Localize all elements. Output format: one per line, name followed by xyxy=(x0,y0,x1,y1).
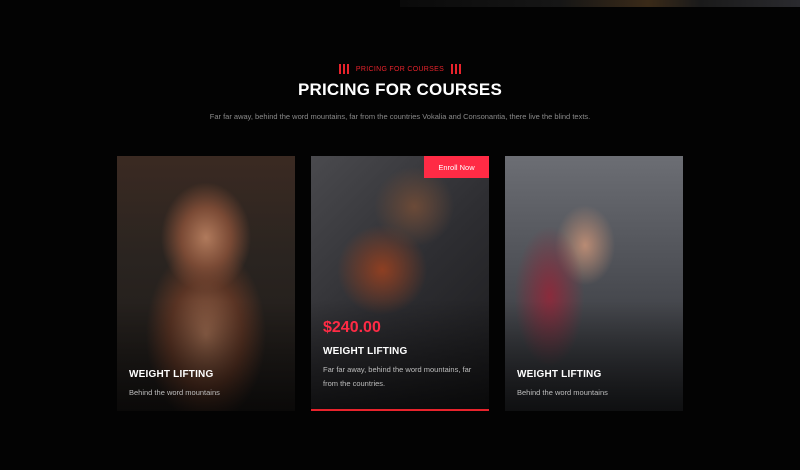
card-title: WEIGHT LIFTING xyxy=(129,369,214,380)
section-lead-text: Far far away, behind the word mountains,… xyxy=(209,112,591,121)
subheading-text: Pricing for Courses xyxy=(355,65,445,73)
card-price: $240.00 xyxy=(323,319,381,336)
section-heading: PRICING FOR COURSES xyxy=(297,80,503,99)
course-card-weight-lifting-1[interactable]: WEIGHT LIFTING Behind the word mountains xyxy=(117,156,295,411)
card-description: Behind the word mountains xyxy=(517,388,608,397)
card-title: WEIGHT LIFTING xyxy=(517,369,602,380)
card-description: Behind the word mountains xyxy=(129,388,220,397)
hero-image-strip xyxy=(400,0,800,7)
bars-icon xyxy=(338,64,349,74)
course-card-weight-lifting-2[interactable]: Enroll Now $240.00 WEIGHT LIFTING Far fa… xyxy=(311,156,489,411)
section-subheading: Pricing for Courses xyxy=(0,62,800,76)
enroll-now-button[interactable]: Enroll Now xyxy=(424,156,489,178)
bars-icon xyxy=(451,64,462,74)
course-card-weight-lifting-3[interactable]: WEIGHT LIFTING Behind the word mountains xyxy=(505,156,683,411)
card-title: WEIGHT LIFTING xyxy=(323,346,408,357)
card-description: Far far away, behind the word mountains,… xyxy=(323,365,472,388)
